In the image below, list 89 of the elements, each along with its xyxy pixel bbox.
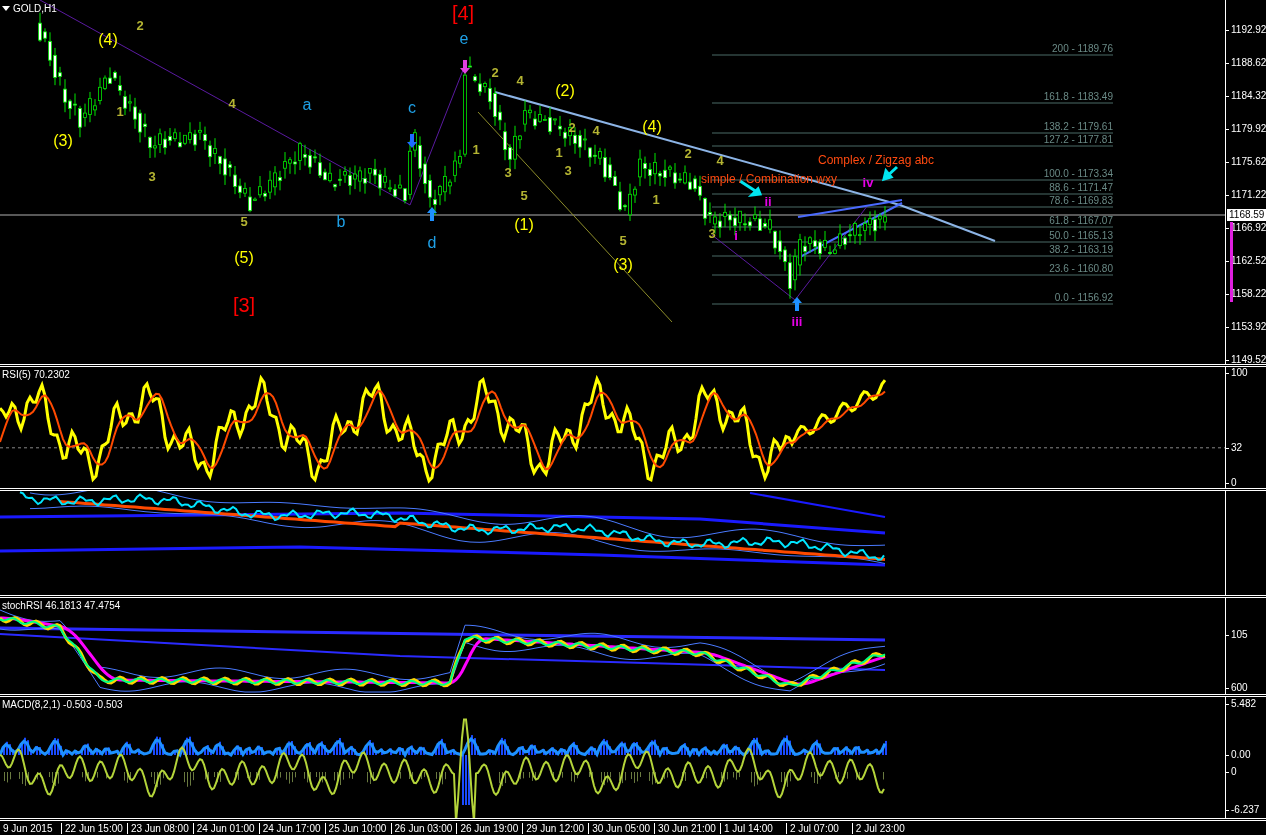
time-axis-label: 26 Jun 03:00: [390, 823, 453, 834]
chart-annotation: simple / Combination wxy: [700, 173, 838, 185]
indicator-title: MACD(8,2,1) -0.503 -0.503: [2, 699, 123, 710]
wave-label: iv: [862, 175, 874, 189]
indicator-axis-label: 0.00: [1226, 749, 1251, 761]
symbol-label: GOLD,H1: [13, 3, 57, 14]
wave-label: 5: [619, 233, 627, 247]
wave-label: (3): [53, 133, 73, 149]
fibonacci-level-label: 23.6 - 1160.80: [1049, 264, 1113, 274]
price-axis-label: 1153.92: [1226, 321, 1266, 333]
fibonacci-level-label: 88.6 - 1171.47: [1049, 183, 1113, 193]
indicator-axis-label: 600: [1226, 682, 1248, 694]
indicator-axis-label: 5.482: [1226, 698, 1257, 710]
wave-label: 4: [228, 96, 236, 110]
time-axis-label: 9 Jun 2015: [2, 823, 53, 834]
indicator-axis-label: 105: [1226, 629, 1248, 641]
wave-label: 4: [716, 153, 724, 167]
time-axis-label: 2 Jul 07:00: [785, 823, 839, 834]
price-axis-label: 1179.92: [1226, 123, 1266, 135]
fibonacci-level-label: 0.0 - 1156.92: [1054, 293, 1113, 303]
price-axis-label: 1158.22: [1226, 288, 1266, 300]
price-axis-label: 1166.92: [1226, 222, 1266, 234]
time-axis-label: 24 Jun 17:00: [258, 823, 321, 834]
time-axis-label: 26 Jun 19:00: [456, 823, 519, 834]
wave-label: 3: [708, 226, 716, 240]
wave-label: d: [427, 235, 437, 251]
indicator-axis-label: -6.237: [1226, 804, 1260, 816]
time-axis-label: 1 Jul 14:00: [720, 823, 773, 834]
indicator-title: RSI(5) 70.2302: [2, 369, 70, 380]
wave-label: i: [734, 228, 738, 242]
fibonacci-level-label: 127.2 - 1177.81: [1043, 135, 1113, 145]
time-axis-label: 2 Jul 23:00: [851, 823, 905, 834]
chart-annotation: Complex / Zigzag abc: [817, 154, 935, 166]
fibonacci-level-label: 61.8 - 1167.07: [1049, 216, 1113, 226]
wave-label: 4: [516, 73, 524, 87]
wave-label: c: [408, 100, 416, 116]
time-axis-label: 25 Jun 10:00: [324, 823, 387, 834]
fibonacci-level-label: 161.8 - 1183.49: [1043, 92, 1113, 102]
price-axis-label: 1162.52: [1226, 255, 1266, 267]
wave-label: 1: [472, 142, 480, 156]
time-axis-label: 24 Jun 01:00: [192, 823, 255, 834]
wave-label: (2): [555, 83, 575, 99]
wave-label: (4): [98, 32, 118, 48]
price-axis-label: 1184.32: [1226, 90, 1266, 102]
fibonacci-level-label: 38.2 - 1163.19: [1049, 245, 1113, 255]
time-axis-label: 29 Jun 12:00: [522, 823, 585, 834]
time-axis-label: 30 Jun 21:00: [654, 823, 716, 834]
fibonacci-level-label: 78.6 - 1169.83: [1049, 196, 1113, 206]
fibonacci-level-label: 50.0 - 1165.13: [1049, 231, 1113, 241]
wave-label: 3: [148, 169, 156, 183]
wave-label: 1: [652, 192, 660, 206]
price-axis-label: 1175.62: [1226, 156, 1266, 168]
wave-label: (1): [514, 217, 534, 233]
wave-label: a: [302, 97, 312, 113]
time-axis-label: 23 Jun 08:00: [126, 823, 189, 834]
wave-label: ii: [764, 194, 772, 208]
wave-label: 2: [136, 18, 144, 32]
wave-label: 3: [504, 165, 512, 179]
wave-label: e: [459, 31, 469, 47]
price-axis-label: 1188.62: [1226, 57, 1266, 69]
indicator-title: stochRSI 46.1813 47.4754: [2, 600, 121, 611]
wave-label: b: [336, 214, 346, 230]
wave-label: 1: [116, 104, 124, 118]
fibonacci-level-label: 200 - 1189.76: [1052, 44, 1113, 54]
wave-label: 5: [240, 214, 248, 228]
wave-label: 2: [491, 65, 499, 79]
wave-label: 5: [520, 188, 528, 202]
wave-label: 2: [684, 146, 692, 160]
price-axis-label: 1171.22: [1226, 189, 1266, 201]
indicator-axis-label: 100: [1226, 367, 1248, 379]
wave-label: [3]: [232, 295, 256, 315]
wave-label: (5): [234, 250, 254, 266]
current-price-label: 1168.59: [1227, 209, 1266, 221]
price-axis-label: 1149.52: [1226, 354, 1266, 366]
time-axis-label: 22 Jun 15:00: [61, 823, 123, 834]
fibonacci-level-label: 138.2 - 1179.61: [1043, 122, 1113, 132]
wave-label: 3: [564, 163, 572, 177]
wave-label: [4]: [451, 3, 475, 23]
indicator-axis-label: 0: [1226, 766, 1237, 778]
time-axis-label: 30 Jun 05:00: [588, 823, 650, 834]
wave-label: iii: [791, 314, 803, 328]
price-axis-label: 1192.92: [1226, 24, 1266, 36]
wave-label: (3): [613, 257, 633, 273]
indicator-axis-label: 32: [1226, 441, 1243, 454]
wave-label: 1: [555, 145, 563, 159]
indicator-axis-label: 0: [1226, 477, 1237, 489]
wave-label: (4): [642, 119, 662, 135]
wave-label: 4: [592, 123, 600, 137]
fibonacci-level-label: 100.0 - 1173.34: [1043, 169, 1113, 179]
